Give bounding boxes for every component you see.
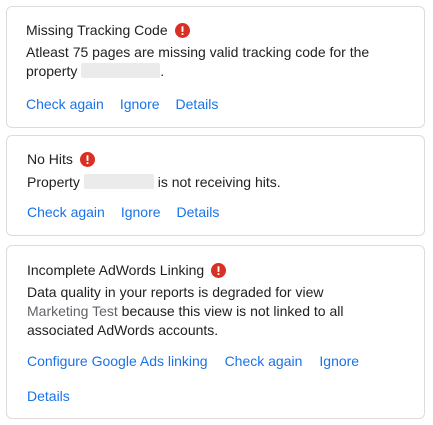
card-title-row: Incomplete AdWords Linking — [27, 261, 227, 279]
check-again-link[interactable]: Check again — [27, 203, 105, 221]
card-message: Data quality in your reports is degraded… — [27, 283, 412, 340]
ignore-link[interactable]: Ignore — [121, 203, 161, 221]
card-message: Atleast 75 pages are missing valid track… — [26, 43, 416, 81]
redacted-property-id — [81, 63, 161, 78]
redacted-property-id — [83, 174, 154, 189]
card-message: Property is not receiving hits. — [27, 173, 417, 192]
alert-card-incomplete-adwords-linking: Incomplete AdWords Linking Data quality … — [6, 245, 425, 419]
card-title-row: Missing Tracking Code — [26, 21, 190, 39]
alert-circle-icon — [211, 262, 227, 278]
card-message-text: Property — [27, 174, 84, 190]
ignore-link[interactable]: Ignore — [120, 95, 160, 113]
card-actions: Check again Ignore Details — [27, 203, 235, 221]
check-again-link[interactable]: Check again — [26, 95, 104, 113]
card-message-text: Atleast 75 pages are missing valid track… — [26, 44, 370, 79]
details-link[interactable]: Details — [177, 203, 220, 221]
card-actions-secondary: Details — [27, 387, 70, 406]
ignore-link[interactable]: Ignore — [319, 352, 359, 370]
view-name: Marketing Test — [27, 303, 118, 319]
alert-card-missing-tracking-code: Missing Tracking Code Atleast 75 pages a… — [6, 6, 425, 128]
card-message-text: Data quality in your reports is degraded… — [27, 284, 324, 300]
card-actions: Configure Google Ads linking Check again… — [27, 352, 376, 370]
card-title-row: No Hits — [27, 150, 95, 168]
card-title: Missing Tracking Code — [26, 22, 168, 38]
alert-circle-icon — [174, 22, 190, 38]
card-message-end: . — [160, 63, 165, 79]
configure-google-ads-linking-link[interactable]: Configure Google Ads linking — [27, 352, 208, 370]
alert-circle-icon — [79, 151, 95, 167]
check-again-link[interactable]: Check again — [225, 352, 303, 370]
card-actions: Check again Ignore Details — [26, 95, 234, 113]
card-title: Incomplete AdWords Linking — [27, 262, 205, 278]
details-link[interactable]: Details — [176, 95, 219, 113]
card-message-end: is not receiving hits. — [153, 174, 281, 190]
alert-card-no-hits: No Hits Property is not receiving hits. … — [6, 135, 425, 236]
details-link[interactable]: Details — [27, 388, 70, 404]
card-title: No Hits — [27, 151, 73, 167]
